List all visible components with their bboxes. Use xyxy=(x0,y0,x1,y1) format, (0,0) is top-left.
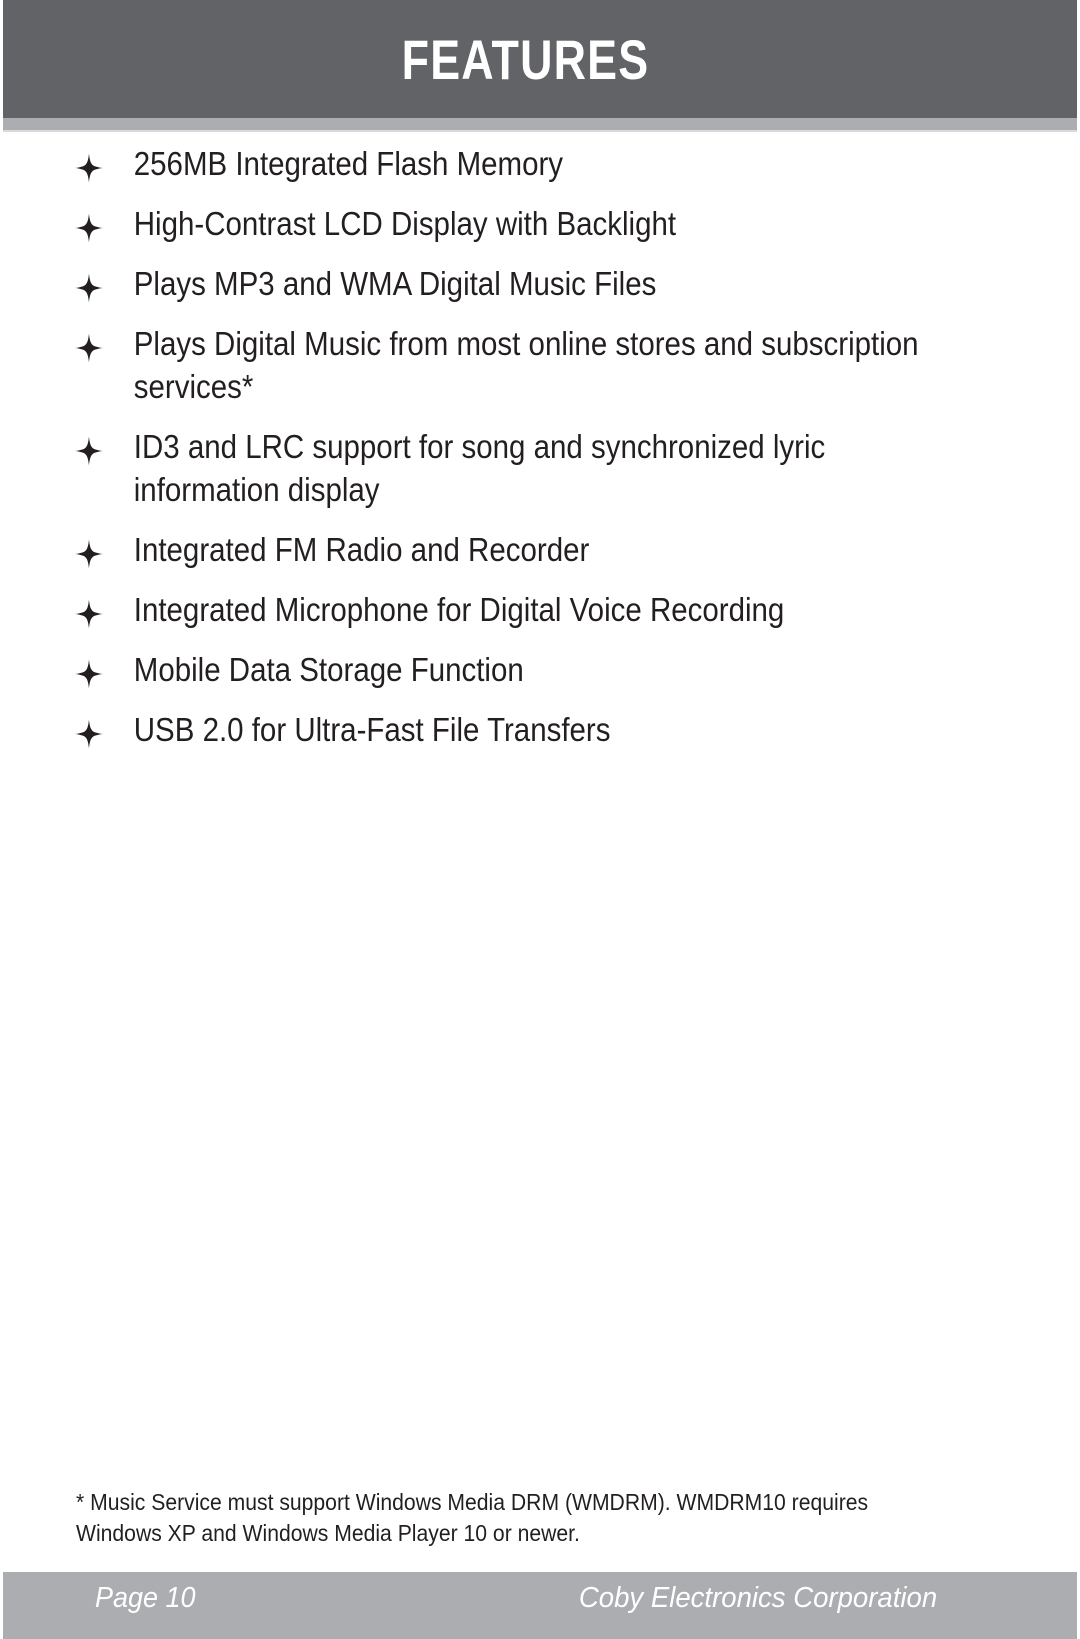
feature-item: Plays MP3 and WMA Digital Music Files xyxy=(0,263,1021,306)
feature-item: Mobile Data Storage Function xyxy=(0,649,1021,692)
four-pointed-star-icon xyxy=(74,589,108,632)
feature-item-label: Integrated Microphone for Digital Voice … xyxy=(133,592,785,629)
feature-item: ID3 and LRC support for song and synchro… xyxy=(0,426,1021,512)
company-name: Coby Electronics Corporation xyxy=(578,1582,937,1614)
feature-item: 256MB Integrated Flash Memory xyxy=(0,143,1021,186)
feature-item-label: USB 2.0 for Ultra-Fast File Transfers xyxy=(133,712,611,749)
header-accent-rule-shadow xyxy=(3,130,1077,132)
feature-item-label: Mobile Data Storage Function xyxy=(133,652,524,689)
feature-item: Integrated Microphone for Digital Voice … xyxy=(0,589,1021,632)
document-page: FEATURES 256MB Integrated Flash Memory Hi… xyxy=(0,0,1080,1639)
feature-item: Integrated FM Radio and Recorder xyxy=(0,529,1021,572)
page-title: FEATURES xyxy=(401,27,650,91)
four-pointed-star-icon xyxy=(74,709,108,752)
feature-item: Plays Digital Music from most online sto… xyxy=(0,323,1021,409)
feature-item: USB 2.0 for Ultra-Fast File Transfers xyxy=(0,709,1021,752)
four-pointed-star-icon xyxy=(74,203,108,246)
header-accent-rule xyxy=(3,118,1077,130)
features-list: 256MB Integrated Flash Memory High-Contra… xyxy=(0,143,1080,769)
four-pointed-star-icon xyxy=(74,323,108,366)
four-pointed-star-icon xyxy=(74,263,108,306)
four-pointed-star-icon xyxy=(74,649,108,692)
feature-item-label: ID3 and LRC support for song and synchro… xyxy=(133,429,826,509)
feature-item-label: High-Contrast LCD Display with Backlight xyxy=(133,206,677,243)
footnote: * Music Service must support Windows Med… xyxy=(76,1489,869,1546)
feature-item: High-Contrast LCD Display with Backlight xyxy=(0,203,1021,246)
feature-item-label: Plays Digital Music from most online sto… xyxy=(133,326,919,406)
feature-item-label: Plays MP3 and WMA Digital Music Files xyxy=(133,266,657,303)
four-pointed-star-icon xyxy=(74,529,108,572)
page-header-band: FEATURES xyxy=(3,0,1077,118)
four-pointed-star-icon xyxy=(74,426,108,469)
page-number: Page 10 xyxy=(95,1582,196,1614)
page-footer: Page 10 Coby Electronics Corporation xyxy=(3,1572,1077,1639)
feature-item-label: Integrated FM Radio and Recorder xyxy=(133,532,590,569)
four-pointed-star-icon xyxy=(74,143,108,186)
feature-item-label: 256MB Integrated Flash Memory xyxy=(133,146,564,183)
